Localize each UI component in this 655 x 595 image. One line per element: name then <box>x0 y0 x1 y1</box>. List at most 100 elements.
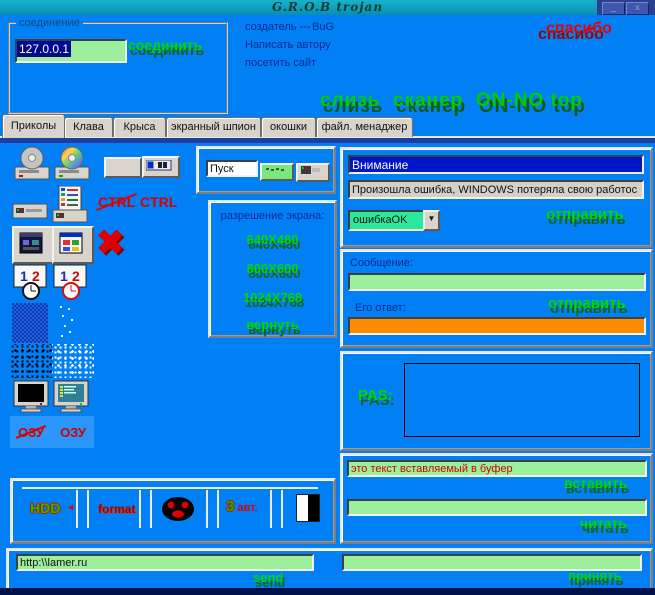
separator <box>76 490 89 528</box>
tab-keyboard[interactable]: Клава <box>64 117 113 137</box>
ozu-disable-label: ОЗУ <box>18 425 44 440</box>
ip-selected-text: 127.0.0.1 <box>17 41 71 57</box>
visit-site-link[interactable]: посетить сайт <box>245 57 316 69</box>
buffer-read-button[interactable]: читать <box>580 515 627 531</box>
pas-label: PAS: <box>358 387 393 404</box>
url-panel: send принять <box>6 548 653 592</box>
separator <box>270 490 283 528</box>
banner-label: слизь сканер ON-NO top <box>320 90 583 112</box>
hdd-marker: ◄ <box>66 502 75 512</box>
buffer-insert-button[interactable]: вставить <box>564 475 627 491</box>
autorun-count-button[interactable]: 3 авт. <box>226 498 258 515</box>
drives-panel: HDD ◄ format 3 авт. <box>10 478 336 544</box>
window-color-button[interactable] <box>52 226 94 264</box>
ctrl-enable-label[interactable]: CTRL <box>140 194 177 210</box>
title-bar: G.R.O.B trojan <box>0 0 655 15</box>
mini-computer-icon <box>301 166 321 175</box>
resolution-revert-link[interactable]: вернуть <box>210 317 335 332</box>
dither-pattern-button[interactable] <box>12 303 48 343</box>
ozu-disable-button[interactable]: ОЗУ <box>10 416 52 448</box>
url-send-button[interactable]: send <box>253 570 283 585</box>
cdrom-close-icon[interactable] <box>52 146 92 185</box>
resolution-800x600-link[interactable]: 800X600 <box>210 261 335 276</box>
ozu-enable-button[interactable]: ОЗУ <box>52 416 94 448</box>
write-author-link[interactable]: Написать автору <box>245 39 331 51</box>
tab-windows[interactable]: окошки <box>261 117 316 137</box>
resolution-640x480-link[interactable]: 640X480 <box>210 232 335 247</box>
accept-button[interactable]: принять <box>568 568 622 583</box>
close-button[interactable]: x <box>626 2 649 15</box>
window-title: G.R.O.B trojan <box>0 0 655 15</box>
color-window-icon <box>59 232 83 254</box>
separator <box>139 490 152 528</box>
buffer-panel: вставить читать <box>340 453 653 544</box>
alert-message-input[interactable] <box>348 180 644 199</box>
creator-label: создатель --- <box>245 21 311 33</box>
svg-text:1: 1 <box>20 268 28 284</box>
divider-line <box>22 487 318 489</box>
resolution-panel: разрешение экрана: 640X480 800X600 1024X… <box>208 200 337 338</box>
monitor-on-icon[interactable] <box>52 380 90 417</box>
cdrom-open-icon[interactable] <box>12 146 52 185</box>
reply-label: Его ответ: <box>355 302 406 314</box>
autorun-count-unit: авт. <box>237 502 257 514</box>
connect-button[interactable]: соединить <box>128 37 202 53</box>
keyboard-icon <box>146 160 172 171</box>
sparkle-pattern-button[interactable] <box>54 302 84 340</box>
start-show-button[interactable] <box>296 163 330 182</box>
format-button[interactable]: format <box>98 502 135 516</box>
blank-button[interactable] <box>104 157 142 178</box>
connection-groupbox: соединение 127.0.0.1 соединить <box>8 22 228 114</box>
window-dark-button[interactable] <box>12 226 54 264</box>
hdd-button[interactable]: HDD <box>30 500 60 516</box>
creator-value: BuG <box>312 21 334 33</box>
message-input[interactable] <box>348 273 646 291</box>
reply-input[interactable] <box>348 317 646 335</box>
resolution-title: разрешение экрана: <box>210 210 335 222</box>
black-dots-button[interactable] <box>10 344 52 378</box>
buffer-read-input[interactable] <box>347 499 647 516</box>
smiley-icon[interactable] <box>160 496 196 525</box>
keyboard-button[interactable] <box>142 156 180 178</box>
tab-mouse[interactable]: Крыса <box>113 117 166 137</box>
tab-file-manager[interactable]: файл. менаджер <box>316 117 413 137</box>
start-hide-button[interactable] <box>260 163 294 181</box>
drive-tray-icon[interactable] <box>12 200 50 225</box>
message-panel: Сообщение: Его ответ: отправить <box>340 249 653 348</box>
minimize-button[interactable]: _ <box>602 2 625 15</box>
pas-panel: PAS: <box>340 351 653 451</box>
calendar-clock-red-icon[interactable]: 12 <box>52 264 90 303</box>
svg-text:2: 2 <box>72 268 80 284</box>
bw-rectangle-icon[interactable] <box>296 494 320 522</box>
app-window: G.R.O.B trojan _ x соединение 127.0.0.1 … <box>0 0 655 595</box>
white-dots-button[interactable] <box>52 344 94 378</box>
close-x-icon[interactable]: ✖ <box>96 226 125 260</box>
dropdown-arrow-button[interactable]: ▼ <box>423 210 440 231</box>
ip-input[interactable]: 127.0.0.1 <box>15 39 127 63</box>
start-text-input[interactable] <box>206 160 258 177</box>
start-panel <box>196 146 336 194</box>
message-label: Сообщение: <box>350 257 413 269</box>
drive-list-icon[interactable] <box>52 186 90 227</box>
message-send-button[interactable]: отправить <box>548 295 626 312</box>
svg-text:1: 1 <box>60 268 68 284</box>
alert-send-button[interactable]: отправить <box>546 206 624 223</box>
resolution-1024x768-link[interactable]: 1024X768 <box>210 290 335 305</box>
monitor-off-icon[interactable] <box>12 380 50 417</box>
pas-listbox[interactable] <box>404 363 640 437</box>
url-input[interactable] <box>16 554 314 571</box>
calendar-clock-black-icon[interactable]: 12 <box>12 264 50 303</box>
ozu-enable-label: ОЗУ <box>60 425 86 440</box>
error-type-dropdown[interactable]: ошибкаOK ▼ <box>348 210 440 231</box>
thanks-label: спасибо <box>546 20 612 38</box>
attention-panel: ошибкаOK ▼ отправить <box>340 147 653 248</box>
alert-caption-input[interactable] <box>348 155 644 174</box>
tab-pranks[interactable]: Приколы <box>2 114 65 138</box>
tab-screen-spy[interactable]: экранный шпион <box>166 117 261 137</box>
autorun-count-value: 3 <box>226 498 234 515</box>
ctrl-disable-label[interactable]: CTRL <box>98 194 135 210</box>
speckle-icon <box>266 167 288 173</box>
error-type-value: ошибкаOK <box>353 214 407 226</box>
svg-text:2: 2 <box>32 268 40 284</box>
tab-page-shadow <box>0 138 655 143</box>
